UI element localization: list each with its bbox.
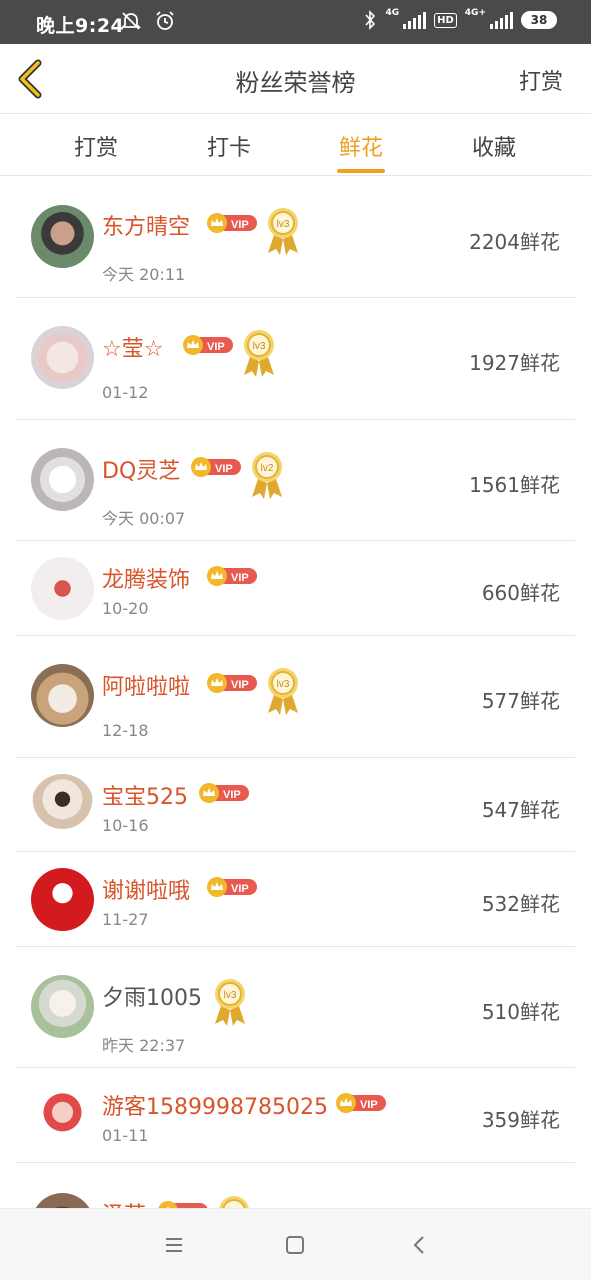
medal-icon: lv3 <box>243 329 275 377</box>
flower-count: 359鲜花 <box>481 1108 560 1132</box>
svg-text:lv3: lv3 <box>277 679 290 690</box>
date-text: 01-11 <box>102 1126 149 1145</box>
date-text: 今天 20:11 <box>102 265 186 284</box>
tab-checkin[interactable]: 打卡 <box>169 130 289 162</box>
user-name[interactable]: 宝宝525 <box>102 779 188 811</box>
home-square-icon[interactable] <box>281 1231 309 1259</box>
flower-count: 577鲜花 <box>481 689 560 713</box>
vip-badge <box>207 213 257 233</box>
vip-badge <box>207 673 257 693</box>
avatar[interactable] <box>31 774 94 837</box>
vip-badge <box>207 566 257 586</box>
flower-count: 1927鲜花 <box>469 351 560 375</box>
vip-badge <box>199 783 249 803</box>
tab-reward[interactable]: 打赏 <box>36 130 156 162</box>
list-item[interactable]: 夕雨1005 lv3 昨天 22:37 510鲜花 <box>0 947 591 1068</box>
alarm-icon <box>156 11 174 30</box>
list-item[interactable]: ☆莹☆ lv3 01-12 1927鲜花 <box>0 298 591 420</box>
status-bar: 晚上9:24 4G HD 4G+ 38 <box>0 0 591 44</box>
date-text: 10-16 <box>102 816 149 835</box>
avatar[interactable] <box>31 664 94 727</box>
battery-icon: 38 <box>521 11 557 29</box>
signal-icon <box>403 11 427 29</box>
date-text: 10-20 <box>102 599 149 618</box>
vip-badge <box>183 335 233 355</box>
user-name[interactable]: 夕雨1005 <box>102 980 202 1012</box>
list-item[interactable]: 龙腾装饰 10-20 660鲜花 <box>0 541 591 636</box>
avatar[interactable] <box>31 557 94 620</box>
tab-favorites[interactable]: 收藏 <box>434 130 554 162</box>
vip-badge <box>207 877 257 897</box>
list-item[interactable]: DQ灵芝 lv2 今天 00:07 1561鲜花 <box>0 420 591 541</box>
list-item[interactable]: 泽芸 lv3 <box>0 1163 591 1208</box>
network-type-2: 4G+ <box>464 8 486 18</box>
bluetooth-icon <box>365 10 376 30</box>
avatar[interactable] <box>31 1193 94 1208</box>
list-item[interactable]: 宝宝525 10-16 547鲜花 <box>0 758 591 852</box>
user-name[interactable]: 谢谢啦哦 <box>102 873 190 905</box>
status-time: 晚上9:24 <box>36 15 125 37</box>
notification-muted-icon <box>120 12 142 30</box>
back-chevron-icon[interactable] <box>405 1231 433 1259</box>
avatar[interactable] <box>31 326 94 389</box>
active-tab-indicator <box>337 169 385 173</box>
svg-text:lv3: lv3 <box>253 341 266 352</box>
network-type: 4G <box>385 8 400 18</box>
medal-icon: lv3 <box>214 978 246 1026</box>
vip-badge <box>191 457 241 477</box>
page-title: 粉丝荣誉榜 <box>235 69 356 97</box>
user-name[interactable]: 龙腾装饰 <box>102 562 190 594</box>
app-header: 粉丝荣誉榜 打赏 <box>0 44 591 114</box>
medal-icon: lv3 <box>218 1195 250 1208</box>
menu-icon[interactable] <box>160 1231 188 1259</box>
user-name[interactable]: ☆莹☆ <box>102 331 163 363</box>
list-item[interactable]: 东方晴空 lv3 今天 20:11 2204鲜花 <box>0 177 591 298</box>
flower-count: 2204鲜花 <box>469 230 560 254</box>
flower-count: 532鲜花 <box>481 892 560 916</box>
svg-text:lv2: lv2 <box>261 463 274 474</box>
hd-badge: HD <box>434 12 457 28</box>
date-text: 12-18 <box>102 721 149 740</box>
avatar[interactable] <box>31 205 94 268</box>
medal-icon: lv2 <box>251 451 283 499</box>
list-item[interactable]: 游客1589998785025 01-11 359鲜花 <box>0 1068 591 1163</box>
date-text: 今天 00:07 <box>102 509 186 528</box>
user-name[interactable]: 东方晴空 <box>102 209 190 241</box>
flower-count: 660鲜花 <box>481 581 560 605</box>
list-item[interactable]: 阿啦啦啦 lv3 12-18 577鲜花 <box>0 636 591 758</box>
flower-count: 1561鲜花 <box>469 473 560 497</box>
svg-text:lv3: lv3 <box>277 219 290 230</box>
vip-badge <box>158 1201 208 1208</box>
reward-button[interactable]: 打赏 <box>519 64 563 96</box>
avatar[interactable] <box>31 1084 94 1147</box>
medal-icon: lv3 <box>267 667 299 715</box>
avatar[interactable] <box>31 448 94 511</box>
date-text: 11-27 <box>102 910 149 929</box>
tab-bar: 打赏 打卡 鲜花 收藏 <box>0 114 591 176</box>
svg-text:lv3: lv3 <box>224 990 237 1001</box>
flower-count: 547鲜花 <box>481 798 560 822</box>
tab-flowers[interactable]: 鲜花 <box>301 130 421 162</box>
list-item[interactable]: 谢谢啦哦 11-27 532鲜花 <box>0 852 591 947</box>
medal-icon: lv3 <box>267 207 299 255</box>
user-name[interactable]: 泽芸 <box>102 1197 146 1208</box>
user-name[interactable]: 阿啦啦啦 <box>102 669 190 701</box>
user-name[interactable]: 游客1589998785025 <box>102 1089 328 1121</box>
avatar[interactable] <box>31 868 94 931</box>
flower-count: 510鲜花 <box>481 1000 560 1024</box>
date-text: 昨天 22:37 <box>102 1036 186 1055</box>
date-text: 01-12 <box>102 383 149 402</box>
user-name[interactable]: DQ灵芝 <box>102 453 180 485</box>
avatar[interactable] <box>31 975 94 1038</box>
vip-badge <box>336 1093 386 1113</box>
signal-icon-2 <box>490 11 513 29</box>
system-nav-bar <box>0 1208 591 1280</box>
